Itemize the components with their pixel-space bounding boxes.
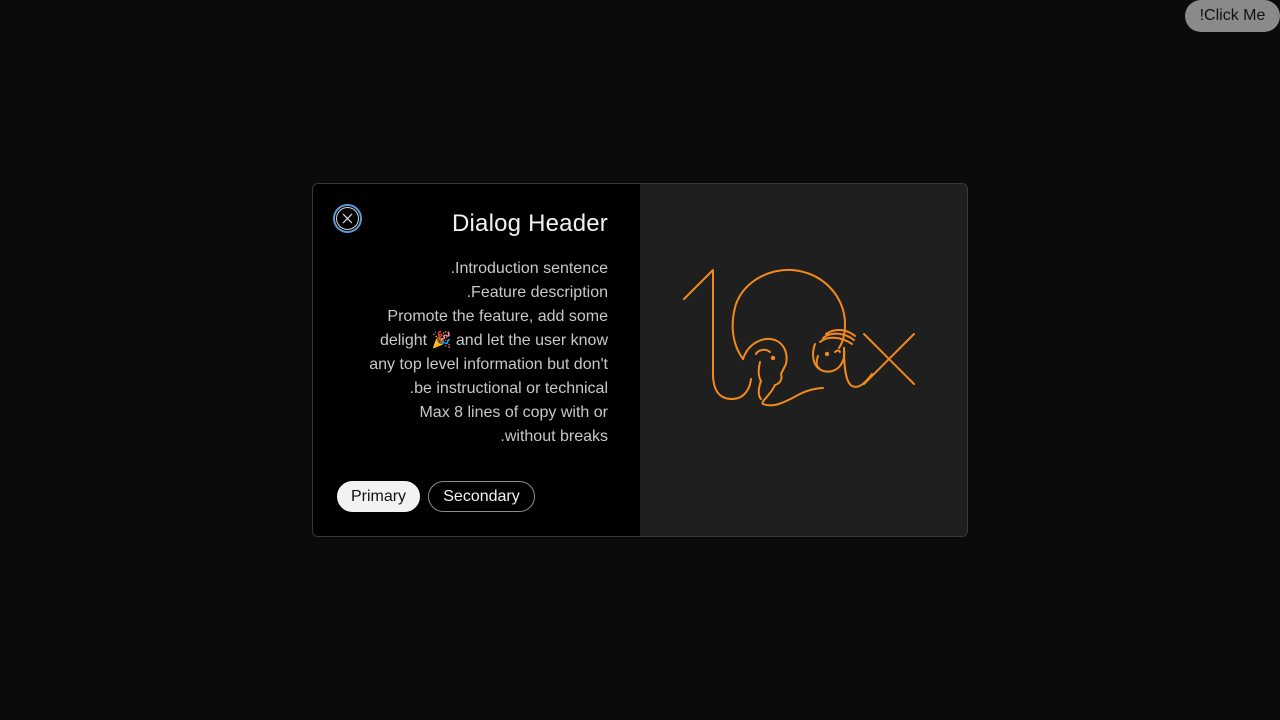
dialog-title: Dialog Header: [451, 210, 608, 237]
body-line: .be instructional or technical: [409, 380, 608, 397]
close-button[interactable]: [333, 204, 362, 233]
body-line: Promote the feature, add some: [387, 308, 608, 325]
dialog-body: .Introduction sentence .Feature descript…: [338, 257, 608, 449]
secondary-button[interactable]: Secondary: [428, 481, 535, 512]
body-line: Max 8 lines of copy with or: [419, 404, 608, 421]
body-line: delight 🎉 and let the user know: [379, 332, 608, 349]
dialog-actions: Primary Secondary: [337, 481, 535, 512]
primary-button[interactable]: Primary: [337, 481, 420, 512]
body-line: .without breaks: [500, 428, 608, 445]
dialog: Dialog Header .Introduction sentence .Fe…: [312, 183, 968, 537]
body-line: any top level information but don't: [369, 356, 608, 373]
body-line: .Feature description: [466, 284, 608, 301]
10x-illustration-icon: [683, 268, 915, 407]
dialog-content: Dialog Header .Introduction sentence .Fe…: [313, 184, 640, 536]
click-me-button[interactable]: !Click Me: [1185, 0, 1280, 32]
body-line: .Introduction sentence: [450, 260, 608, 277]
dialog-media: [640, 184, 967, 536]
close-icon: [336, 207, 359, 230]
